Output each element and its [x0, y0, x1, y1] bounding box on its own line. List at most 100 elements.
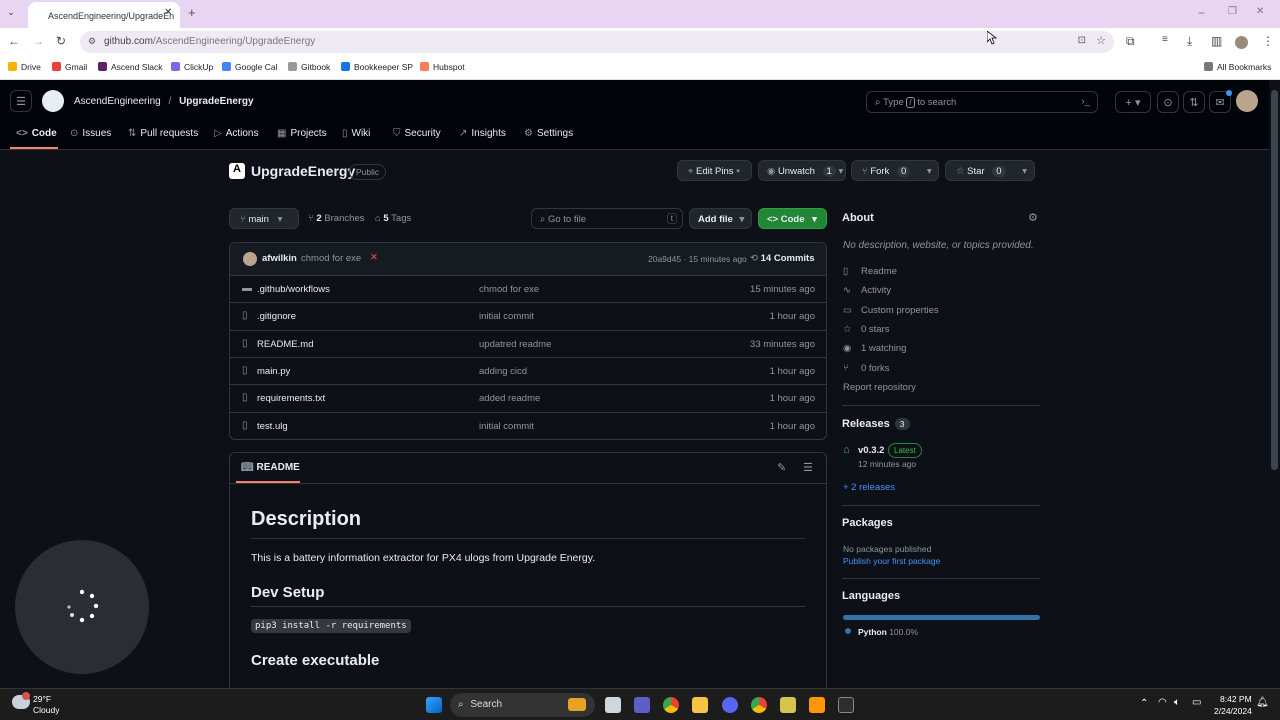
tab-projects[interactable]: ▦ Projects — [277, 128, 327, 139]
search-input[interactable]: ⌕ Type / to search ›_ — [866, 91, 1098, 113]
browser-tab[interactable]: AscendEngineering/UpgradeEn — [28, 2, 180, 28]
releases-title[interactable]: Releases 3 — [842, 418, 910, 430]
extensions-icon[interactable]: ⧉ — [1126, 34, 1135, 49]
bookmark-star-icon[interactable]: ☆ — [1096, 34, 1106, 47]
page-scrollbar[interactable] — [1269, 80, 1280, 688]
bookmark-clickup[interactable]: ClickUp — [171, 62, 213, 72]
bookmark-drive[interactable]: Drive — [8, 62, 41, 72]
tags-link[interactable]: ⌂ 5 Tags — [375, 213, 411, 224]
report-repository-link[interactable]: Report repository — [843, 382, 916, 393]
commits-link[interactable]: ⟲ 14 Commits — [750, 253, 814, 264]
battery-icon[interactable]: ▭ — [1192, 697, 1201, 708]
bookmark-gitbook[interactable]: Gitbook — [288, 62, 330, 72]
file-row[interactable]: ▯ README.md updatred readme 33 minutes ago — [230, 329, 827, 357]
tab-pull-requests[interactable]: ⇅ Pull requests — [128, 128, 198, 139]
file-name[interactable]: requirements.txt — [257, 393, 325, 404]
about-watching-link[interactable]: ◉ 1 watching — [843, 343, 906, 354]
about-stars-link[interactable]: ☆ 0 stars — [843, 324, 890, 335]
teams-icon[interactable] — [634, 697, 650, 713]
close-tab-icon[interactable]: ✕ — [164, 7, 172, 18]
issues-icon[interactable]: ⊙ — [1157, 91, 1179, 113]
star-button[interactable]: ☆ Star 0 ▾ — [945, 160, 1035, 181]
file-commit-message[interactable]: initial commit — [479, 421, 534, 432]
file-commit-message[interactable]: updatred readme — [479, 339, 551, 350]
wifi-icon[interactable]: ◠ — [1158, 697, 1167, 708]
github-logo-icon[interactable] — [42, 90, 64, 112]
discord-icon[interactable] — [722, 697, 738, 713]
file-row[interactable]: ▯ main.py adding cicd 1 hour ago — [230, 356, 827, 384]
chrome-menu-icon[interactable]: ⋮ — [1262, 34, 1274, 48]
branches-link[interactable]: ⑂ 2 Branches — [308, 213, 364, 224]
readme-tab[interactable]: 📖︎ README — [241, 462, 300, 473]
tab-wiki[interactable]: ▯ Wiki — [342, 128, 370, 139]
clock-time[interactable]: 8:42 PM — [1220, 694, 1252, 704]
file-row[interactable]: ▯ requirements.txt added readme 1 hour ago — [230, 384, 827, 411]
weather-temp[interactable]: 29°F — [33, 694, 51, 704]
taskbar-search[interactable]: ⌕ Search — [450, 693, 595, 717]
forward-icon[interactable]: → — [32, 34, 44, 48]
media-icon[interactable]: ≡ — [1162, 34, 1168, 45]
chrome-taskbar-icon[interactable] — [663, 697, 679, 713]
maximize-icon[interactable]: ❐ — [1228, 6, 1237, 17]
install-app-icon[interactable]: ⊡ — [1078, 35, 1086, 46]
file-commit-message[interactable]: adding cicd — [479, 366, 527, 377]
clock-date[interactable]: 2/24/2024 — [1214, 706, 1252, 716]
add-file-button[interactable]: Add file ▾ — [689, 208, 752, 229]
new-tab-icon[interactable]: + — [188, 5, 196, 20]
download-icon[interactable]: ⤓ — [1187, 34, 1192, 49]
file-explorer-icon[interactable] — [692, 697, 708, 713]
edit-pencil-icon[interactable]: ✎ — [777, 461, 786, 474]
hamburger-menu-icon[interactable]: ☰ — [10, 90, 32, 112]
minimize-icon[interactable]: − — [1198, 6, 1205, 20]
omnibox[interactable]: ⚙ github.com/AscendEngineering/UpgradeEn… — [80, 31, 1114, 53]
app-icon[interactable] — [780, 697, 796, 713]
about-custom-properties-link[interactable]: ▭ Custom properties — [843, 305, 939, 316]
file-name[interactable]: main.py — [257, 366, 290, 377]
tab-actions[interactable]: ▷ Actions — [214, 128, 259, 139]
bookmark-gmail[interactable]: Gmail — [52, 62, 87, 72]
go-to-file-input[interactable]: ⌕ Go to file t — [531, 208, 683, 229]
code-button[interactable]: <> Code ▾ — [758, 208, 827, 229]
pull-requests-icon[interactable]: ⇅ — [1183, 91, 1205, 113]
tab-list-icon[interactable]: ⌄ — [4, 7, 18, 18]
user-avatar[interactable] — [1236, 90, 1258, 112]
file-commit-message[interactable]: chmod for exe — [479, 284, 539, 295]
file-name[interactable]: README.md — [257, 339, 313, 350]
breadcrumb-repo[interactable]: UpgradeEnergy — [179, 96, 253, 107]
back-icon[interactable]: ← — [8, 34, 20, 48]
tab-settings[interactable]: ⚙ Settings — [524, 128, 573, 139]
chrome-profile-icon[interactable] — [751, 697, 767, 713]
about-readme-link[interactable]: ▯ Readme — [843, 266, 897, 277]
tray-chevron-icon[interactable]: ⌃ — [1140, 698, 1148, 709]
about-settings-gear-icon[interactable]: ⚙ — [1028, 211, 1038, 224]
file-commit-message[interactable]: added readme — [479, 393, 540, 404]
language-entry[interactable]: Python 100.0% — [858, 627, 918, 637]
release-version[interactable]: v0.3.2 — [858, 445, 884, 456]
task-view-icon[interactable] — [605, 697, 621, 713]
create-new-button[interactable]: + ▾ — [1115, 91, 1151, 113]
commit-hash[interactable]: 20a9d45 · 15 minutes ago — [648, 254, 747, 264]
repo-title[interactable]: UpgradeEnergy — [251, 163, 355, 179]
about-forks-link[interactable]: ⑂ 0 forks — [843, 363, 890, 374]
site-info-icon[interactable]: ⚙ — [88, 36, 96, 47]
file-row[interactable]: ▯ .gitignore initial commit 1 hour ago — [230, 302, 827, 329]
bookmark-ascend-slack[interactable]: Ascend Slack — [98, 62, 163, 72]
commit-status-fail-icon[interactable]: ✕ — [370, 252, 378, 263]
sublime-icon[interactable] — [809, 697, 825, 713]
file-name[interactable]: test.ulg — [257, 421, 288, 432]
branch-selector[interactable]: ⑂ main ▾ — [229, 208, 299, 229]
unwatch-button[interactable]: ◉ Unwatch 1 ▾ — [758, 160, 846, 181]
file-row[interactable]: ▯ test.ulg initial commit 1 hour ago — [230, 411, 827, 439]
tab-security[interactable]: ⛉ Security — [393, 128, 441, 139]
windows-start-icon[interactable] — [426, 697, 442, 713]
file-name[interactable]: .gitignore — [257, 311, 296, 322]
side-panel-icon[interactable]: ▥ — [1211, 34, 1222, 48]
notification-bell-icon[interactable]: 🔔︎ — [1256, 697, 1269, 708]
file-name[interactable]: .github/workflows — [257, 284, 330, 295]
bookmark-google-cal[interactable]: Google Cal — [222, 62, 278, 72]
file-commit-message[interactable]: initial commit — [479, 311, 534, 322]
bookmark-hubspot[interactable]: Hubspot — [420, 62, 465, 72]
volume-icon[interactable]: 🔈︎ — [1174, 697, 1180, 708]
author-avatar[interactable] — [243, 252, 257, 266]
file-row[interactable]: ▬ .github/workflows chmod for exe 15 minute… — [230, 275, 827, 302]
